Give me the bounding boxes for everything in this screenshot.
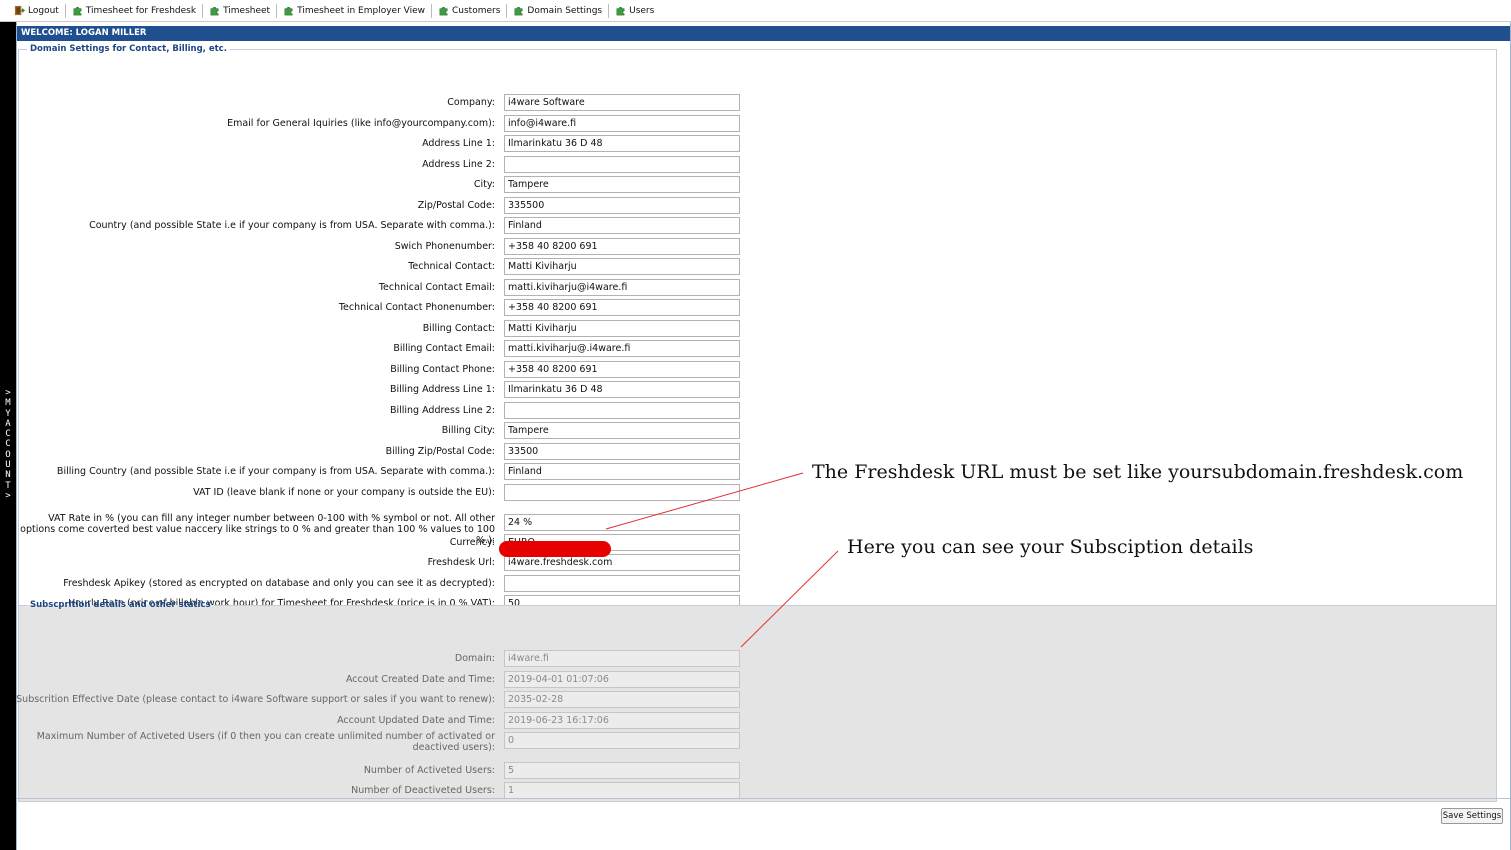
readonly-field xyxy=(504,650,740,667)
field-label: Email for General Iquiries (like info@yo… xyxy=(227,118,495,129)
puzzle-icon xyxy=(514,7,523,16)
readonly-field xyxy=(504,712,740,729)
field-input[interactable] xyxy=(504,422,740,439)
field-input[interactable] xyxy=(504,176,740,193)
contact-billing-fieldset: Domain Settings for Contact, Billing, et… xyxy=(18,44,1497,614)
field-label: Number of Activeted Users: xyxy=(363,765,495,776)
form-divider xyxy=(17,798,1510,799)
field-input[interactable] xyxy=(504,463,740,480)
field-label: Country (and possible State i.e if your … xyxy=(89,220,495,231)
puzzle-icon xyxy=(210,7,219,16)
field-label: Technical Contact Email: xyxy=(378,282,495,293)
field-label: Billing Contact Email: xyxy=(393,343,495,354)
field-input[interactable] xyxy=(504,402,740,419)
field-label: Technical Contact: xyxy=(408,261,495,272)
field-input[interactable] xyxy=(504,156,740,173)
puzzle-icon xyxy=(439,7,448,16)
readonly-field xyxy=(504,782,740,799)
nav-users[interactable]: Users xyxy=(609,4,660,18)
field-label: Billing Address Line 1: xyxy=(389,384,495,395)
nav-label: Timesheet xyxy=(223,5,271,16)
field-label: Currency: xyxy=(449,537,495,548)
field-input[interactable] xyxy=(504,484,740,501)
logout-icon xyxy=(14,5,25,16)
nav-domain-settings[interactable]: Domain Settings xyxy=(507,3,610,18)
field-input[interactable] xyxy=(504,279,740,296)
readonly-field xyxy=(504,691,740,708)
field-input[interactable] xyxy=(504,197,740,214)
field-input[interactable] xyxy=(504,340,740,357)
field-label: Billing Zip/Postal Code: xyxy=(385,446,495,457)
field-label: Address Line 1: xyxy=(422,138,495,149)
nav-label: Timesheet in Employer View xyxy=(297,5,425,16)
nav-customers[interactable]: Customers xyxy=(432,3,508,18)
field-label: Billing Address Line 2: xyxy=(389,405,495,416)
readonly-field xyxy=(504,671,740,688)
field-input[interactable] xyxy=(504,115,740,132)
puzzle-icon xyxy=(73,7,82,16)
welcome-banner: WELCOME: LOGAN MILLER xyxy=(17,26,1510,41)
field-input[interactable] xyxy=(504,443,740,460)
nav-label: Users xyxy=(629,5,655,16)
apikey-redaction-mark xyxy=(499,541,611,557)
field-label: Number of Deactiveted Users: xyxy=(351,785,495,796)
field-label: VAT ID (leave blank if none or your comp… xyxy=(193,487,495,498)
field-input[interactable] xyxy=(504,135,740,152)
field-label: Billing Contact: xyxy=(422,323,495,334)
nav-label: Logout xyxy=(28,5,59,16)
nav-label: Domain Settings xyxy=(527,5,603,16)
field-label: Billing City: xyxy=(441,425,495,436)
nav-timesheet[interactable]: Timesheet xyxy=(203,3,278,18)
field-label: Domain: xyxy=(454,653,495,664)
field-label: Address Line 2: xyxy=(422,159,495,170)
contact-billing-legend: Domain Settings for Contact, Billing, et… xyxy=(30,44,227,54)
field-input[interactable] xyxy=(504,320,740,337)
field-input[interactable] xyxy=(504,258,740,275)
field-label: Billing Country (and possible State i.e … xyxy=(56,466,495,477)
readonly-field xyxy=(504,762,740,779)
sidebar-label: > M Y A C C O U N T > xyxy=(5,388,11,501)
field-label: Subscrition Effective Date (please conta… xyxy=(16,694,495,705)
field-input[interactable] xyxy=(504,94,740,111)
field-input[interactable] xyxy=(504,575,740,592)
field-label: Swich Phonenumber: xyxy=(394,241,495,252)
field-label: Accout Created Date and Time: xyxy=(345,674,495,685)
field-label: Freshdesk Apikey (stored as encrypted on… xyxy=(63,578,495,589)
field-label: Freshdesk Url: xyxy=(427,557,495,568)
field-label: Technical Contact Phonenumber: xyxy=(338,302,495,313)
field-label: Account Updated Date and Time: xyxy=(337,715,495,726)
field-label: City: xyxy=(473,179,495,190)
nav-timesheet-for-freshdesk[interactable]: Timesheet for Freshdesk xyxy=(66,3,204,18)
top-navigation-bar: Logout Timesheet for Freshdesk Timesheet Ti… xyxy=(0,0,1511,22)
nav-label: Customers xyxy=(452,5,501,16)
field-input[interactable] xyxy=(504,299,740,316)
subscription-annotation: Here you can see your Subsciption detail… xyxy=(847,536,1254,558)
puzzle-icon xyxy=(616,7,625,16)
subscription-details-legend: Subscprition details and other statics xyxy=(30,600,211,610)
field-label: VAT Rate in % (you can fill any integer … xyxy=(20,513,495,546)
nav-label: Timesheet for Freshdesk xyxy=(85,5,197,16)
field-input[interactable] xyxy=(504,514,740,531)
readonly-field xyxy=(504,732,740,749)
field-input[interactable] xyxy=(504,361,740,378)
field-input[interactable] xyxy=(504,217,740,234)
field-label: Zip/Postal Code: xyxy=(417,200,495,211)
nav-timesheet-in-employer-view[interactable]: Timesheet in Employer View xyxy=(277,3,432,18)
nav-logout[interactable]: Logout xyxy=(8,3,66,18)
field-input[interactable] xyxy=(504,381,740,398)
field-label: Company: xyxy=(447,97,495,108)
main-content: WELCOME: LOGAN MILLER Domain Settings fo… xyxy=(16,22,1511,850)
field-label: Maximum Number of Activeted Users (if 0 … xyxy=(36,731,495,753)
puzzle-icon xyxy=(284,7,293,16)
field-input[interactable] xyxy=(504,238,740,255)
field-label: Billing Contact Phone: xyxy=(390,364,495,375)
subscription-details-fieldset: Subscprition details and other statics D… xyxy=(16,600,1497,802)
save-settings-button[interactable]: Save Settings xyxy=(1441,808,1503,824)
freshdesk-url-annotation: The Freshdesk URL must be set like yours… xyxy=(812,461,1464,483)
my-account-sidebar-tab[interactable]: > M Y A C C O U N T > xyxy=(0,22,16,850)
